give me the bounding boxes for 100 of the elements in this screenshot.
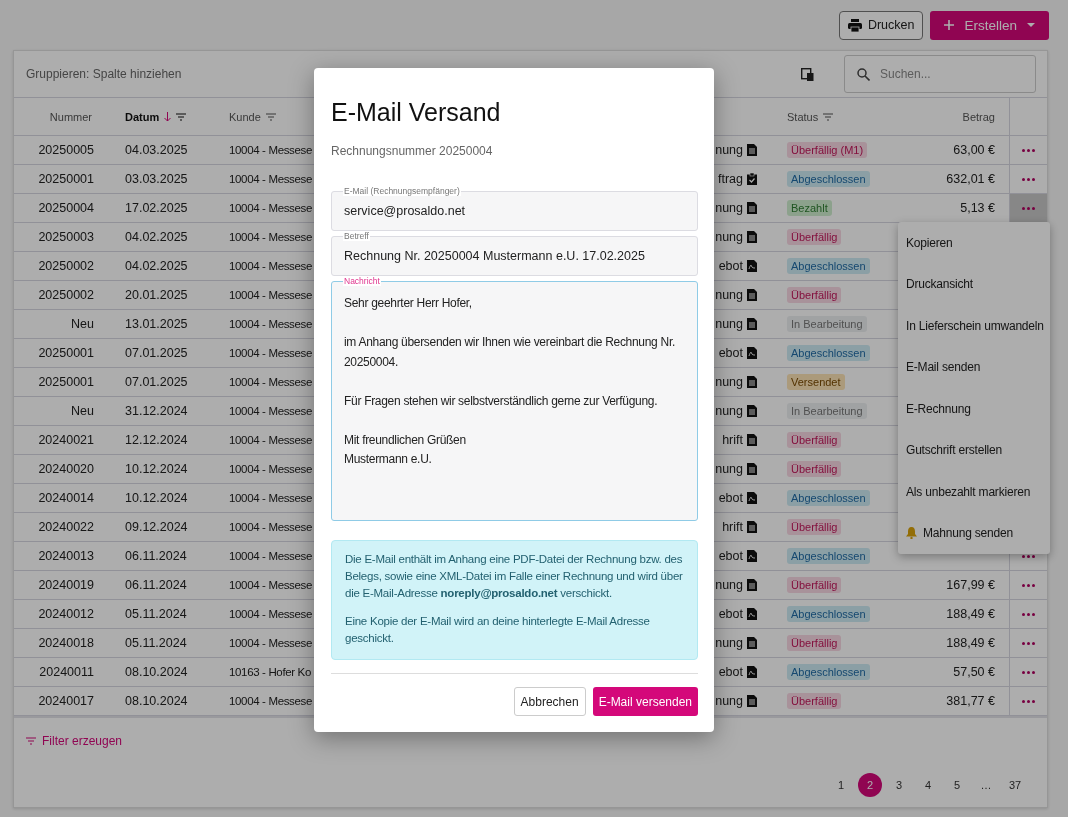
menu-item[interactable]: E-Mail senden: [898, 346, 1050, 388]
printer-icon: [847, 18, 862, 32]
number-cell: 20250001: [38, 172, 94, 186]
more-button[interactable]: [1020, 581, 1037, 589]
message-text: Sehr geehrter Herr Hofer, im Anhang übersenden wir Ihnen wie vereinbart die Rechnung Nr. 20250004. Für Fragen stehen wir selbstverständlich gerne zur Verfügung. Mit freundlichen Grüßen Mustermann e.U.: [344, 295, 676, 468]
amount-cell: 57,50 €: [953, 665, 995, 679]
customer-cell: 10004 - Messese: [229, 434, 312, 446]
type-cell: ebot: [718, 607, 743, 621]
page-button[interactable]: 2: [858, 773, 882, 797]
customer-cell: 10004 - Messese: [229, 202, 312, 214]
column-header[interactable]: Betrag: [962, 110, 995, 123]
sort-down-icon: [164, 111, 172, 122]
type-cell: nung: [715, 694, 743, 708]
column-header[interactable]: Datum: [125, 110, 187, 123]
column-header[interactable]: Status: [787, 110, 834, 123]
info-text: Die E-Mail enthält im Anhang eine PDF-Datei der Rechnung bzw. des Belegs, sowie eine XML-Datei im Falle einer Rechnung und wird über die E-Mail-Adresse noreply@prosaldo.net verschickt.: [345, 552, 684, 601]
customer-cell: 10163 - Hofer Ko: [229, 666, 311, 678]
info-text: Eine Kopie der E-Mail wird an deine hinterlegte E-Mail Adresse geschickt.: [345, 614, 651, 646]
group-hint: Gruppieren: Spalte hinziehen: [26, 67, 183, 81]
more-button[interactable]: [1020, 204, 1037, 212]
number-cell: 20240018: [38, 636, 94, 650]
status-badge: Überfällig (M1): [787, 142, 868, 158]
date-cell: 07.01.2025: [125, 346, 188, 360]
search-icon: [857, 67, 870, 81]
status-badge: Überfällig: [787, 693, 842, 709]
column-chooser-icon[interactable]: [801, 67, 814, 81]
column-header[interactable]: Nummer: [49, 110, 92, 123]
customer-cell: 10004 - Messese: [229, 318, 312, 330]
cancel-button[interactable]: Abbrechen: [513, 687, 586, 716]
field-label: Betreff: [343, 231, 370, 241]
page-button[interactable]: 3: [887, 773, 911, 797]
date-cell: 31.12.2024: [125, 404, 188, 418]
menu-item[interactable]: Gutschrift erstellen: [898, 429, 1050, 471]
more-icon: [1022, 177, 1035, 181]
status-badge: Bezahlt: [787, 200, 832, 216]
search-field[interactable]: Suchen...: [878, 66, 1008, 82]
create-button[interactable]: Erstellen: [930, 10, 1049, 40]
type-cell: nung: [715, 375, 743, 389]
plus-icon: [944, 20, 955, 30]
page-button[interactable]: …: [974, 773, 998, 797]
more-button[interactable]: [1020, 175, 1037, 183]
page-button[interactable]: 37: [1003, 773, 1027, 797]
date-cell: 09.12.2024: [125, 520, 188, 534]
type-cell: nung: [715, 636, 743, 650]
more-button[interactable]: [1020, 639, 1037, 647]
search-box[interactable]: Suchen...: [844, 55, 1036, 93]
number-cell: 20250003: [38, 230, 94, 244]
number-cell: 20250005: [38, 143, 94, 157]
number-cell: Neu: [71, 404, 94, 418]
status-badge: Abgeschlossen: [787, 548, 870, 564]
date-cell: 05.11.2024: [125, 636, 187, 650]
status-badge: Überfällig: [787, 229, 842, 245]
number-cell: 20240022: [38, 520, 94, 534]
type-cell: nung: [715, 578, 743, 592]
date-cell: 10.12.2024: [125, 491, 188, 505]
customer-cell: 10004 - Messese: [229, 492, 312, 504]
number-cell: 20250001: [38, 375, 94, 389]
page-button[interactable]: 5: [945, 773, 969, 797]
number-cell: 20250004: [38, 201, 94, 215]
menu-item[interactable]: Als unbezahlt markieren: [898, 471, 1050, 513]
filter-link[interactable]: Filter erzeugen: [26, 734, 123, 748]
more-icon: [1022, 554, 1035, 558]
filter-icon: [26, 737, 36, 745]
status-badge: Überfällig: [787, 432, 842, 448]
customer-cell: 10004 - Messese: [229, 289, 312, 301]
number-cell: 20240014: [38, 491, 94, 505]
menu-item[interactable]: Druckansicht: [898, 263, 1050, 305]
customer-cell: 10004 - Messese: [229, 347, 312, 359]
date-cell: 04.03.2025: [125, 143, 188, 157]
amount-cell: 188,49 €: [946, 607, 995, 621]
type-cell: nung: [715, 143, 743, 157]
more-button[interactable]: [1020, 697, 1037, 705]
date-cell: 03.03.2025: [125, 172, 188, 186]
date-cell: 12.12.2024: [125, 433, 188, 447]
more-button[interactable]: [1020, 610, 1037, 618]
menu-item[interactable]: In Lieferschein umwandeln: [898, 305, 1050, 347]
type-cell: nung: [715, 288, 743, 302]
customer-cell: 10004 - Messese: [229, 637, 312, 649]
more-button[interactable]: [1020, 668, 1037, 676]
more-icon: [1022, 670, 1035, 674]
menu-item[interactable]: Kopieren: [898, 222, 1050, 264]
caret-icon: [1027, 22, 1035, 28]
menu-item[interactable]: Mahnung senden: [898, 512, 1050, 554]
send-button[interactable]: E-Mail versenden: [592, 687, 698, 716]
date-cell: 20.01.2025: [125, 288, 188, 302]
customer-cell: 10004 - Messese: [229, 405, 312, 417]
status-badge: Überfällig: [787, 577, 842, 593]
type-cell: ebot: [718, 491, 743, 505]
number-cell: 20240011: [39, 665, 94, 679]
date-cell: 08.10.2024: [125, 665, 188, 679]
date-cell: 17.02.2025: [125, 201, 188, 215]
dialog-subtitle: Rechnungsnummer 20250004: [331, 144, 494, 158]
page-button[interactable]: 4: [916, 773, 940, 797]
customer-cell: 10004 - Messese: [229, 550, 312, 562]
more-button[interactable]: [1020, 146, 1037, 154]
more-button[interactable]: [1020, 552, 1037, 560]
print-button[interactable]: Drucken: [838, 10, 924, 40]
menu-item[interactable]: E-Rechnung: [898, 388, 1050, 430]
column-header[interactable]: Kunde: [229, 110, 276, 123]
page-button[interactable]: 1: [829, 773, 853, 797]
